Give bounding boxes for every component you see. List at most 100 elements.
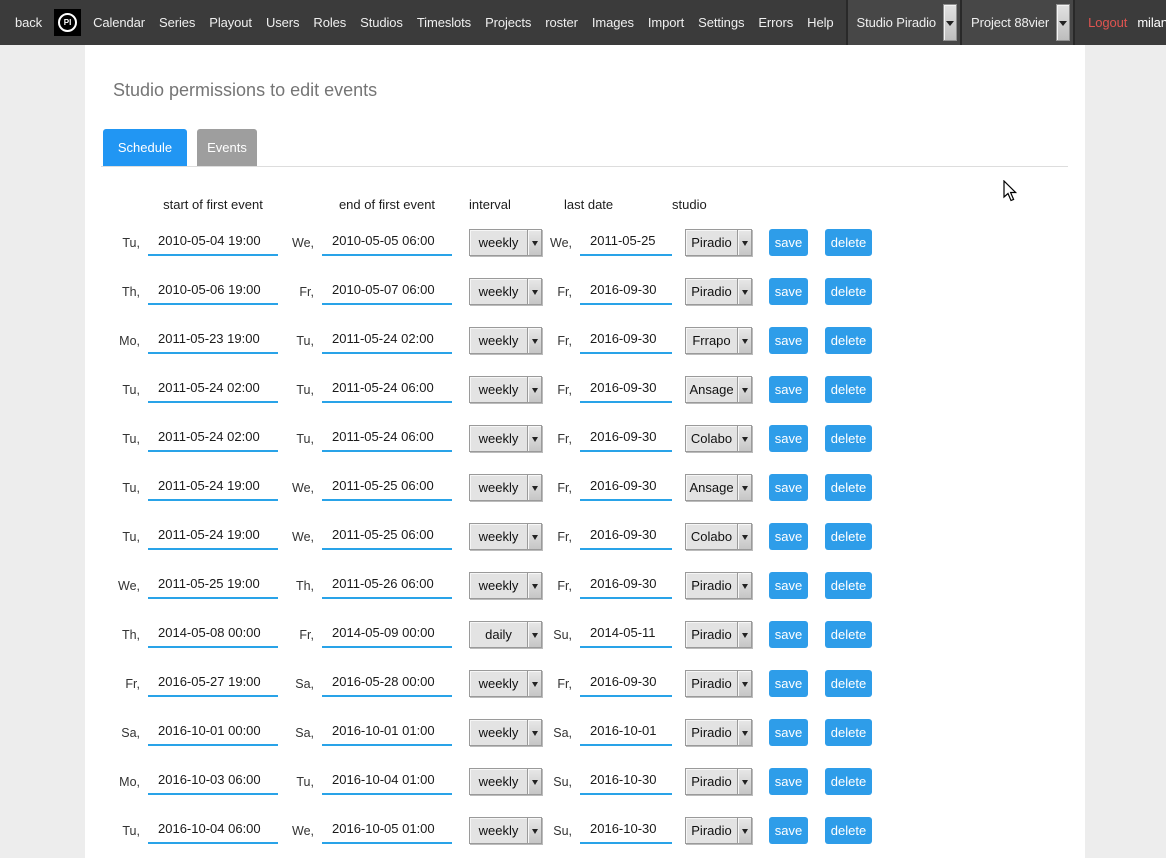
interval-select[interactable]: daily [469, 621, 542, 648]
delete-button[interactable]: delete [825, 523, 872, 550]
start-datetime-input[interactable] [148, 622, 278, 648]
save-button[interactable]: save [769, 523, 808, 550]
logout-link[interactable]: Logout [1088, 15, 1127, 30]
nav-item-images[interactable]: Images [590, 11, 636, 34]
last-date-input[interactable] [580, 475, 672, 501]
tab-schedule[interactable]: Schedule [103, 129, 187, 166]
end-datetime-input[interactable] [322, 524, 452, 550]
nav-item-import[interactable]: Import [646, 11, 686, 34]
start-datetime-input[interactable] [148, 279, 278, 305]
end-datetime-input[interactable] [322, 720, 452, 746]
last-date-input[interactable] [580, 622, 672, 648]
save-button[interactable]: save [769, 768, 808, 795]
nav-item-studios[interactable]: Studios [358, 11, 405, 34]
end-datetime-input[interactable] [322, 230, 452, 256]
nav-item-help[interactable]: Help [805, 11, 835, 34]
nav-item-users[interactable]: Users [264, 11, 301, 34]
studio-select[interactable]: Colabo [685, 425, 752, 452]
end-datetime-input[interactable] [322, 671, 452, 697]
start-datetime-input[interactable] [148, 769, 278, 795]
last-date-input[interactable] [580, 720, 672, 746]
end-datetime-input[interactable] [322, 426, 452, 452]
studio-select[interactable]: Ansage [685, 376, 752, 403]
delete-button[interactable]: delete [825, 376, 872, 403]
studio-select[interactable]: Piradio [685, 768, 752, 795]
studio-select[interactable]: Piradio [685, 229, 752, 256]
delete-button[interactable]: delete [825, 425, 872, 452]
save-button[interactable]: save [769, 621, 808, 648]
start-datetime-input[interactable] [148, 377, 278, 403]
save-button[interactable]: save [769, 817, 808, 844]
nav-item-errors[interactable]: Errors [756, 11, 795, 34]
save-button[interactable]: save [769, 474, 808, 501]
end-datetime-input[interactable] [322, 769, 452, 795]
nav-item-settings[interactable]: Settings [696, 11, 746, 34]
save-button[interactable]: save [769, 229, 808, 256]
studio-select[interactable]: Piradio [685, 670, 752, 697]
studio-select[interactable]: Piradio [685, 621, 752, 648]
nav-item-series[interactable]: Series [157, 11, 197, 34]
studio-select[interactable]: Frrapo [685, 327, 752, 354]
interval-select[interactable]: weekly [469, 425, 542, 452]
studio-select[interactable]: Piradio [685, 572, 752, 599]
start-datetime-input[interactable] [148, 671, 278, 697]
end-datetime-input[interactable] [322, 573, 452, 599]
interval-select[interactable]: weekly [469, 327, 542, 354]
start-datetime-input[interactable] [148, 230, 278, 256]
last-date-input[interactable] [580, 573, 672, 599]
save-button[interactable]: save [769, 376, 808, 403]
interval-select[interactable]: weekly [469, 229, 542, 256]
save-button[interactable]: save [769, 425, 808, 452]
start-datetime-input[interactable] [148, 818, 278, 844]
last-date-input[interactable] [580, 279, 672, 305]
save-button[interactable]: save [769, 670, 808, 697]
interval-select[interactable]: weekly [469, 817, 542, 844]
nav-item-playout[interactable]: Playout [207, 11, 254, 34]
project-switcher-select[interactable]: Project 88vier [960, 0, 1075, 45]
start-datetime-input[interactable] [148, 720, 278, 746]
back-link[interactable]: back [13, 11, 44, 34]
last-date-input[interactable] [580, 769, 672, 795]
delete-button[interactable]: delete [825, 670, 872, 697]
interval-select[interactable]: weekly [469, 474, 542, 501]
delete-button[interactable]: delete [825, 572, 872, 599]
last-date-input[interactable] [580, 377, 672, 403]
tab-events[interactable]: Events [197, 129, 257, 166]
end-datetime-input[interactable] [322, 279, 452, 305]
studio-select[interactable]: Piradio [685, 817, 752, 844]
studio-select[interactable]: Piradio [685, 719, 752, 746]
studio-select[interactable]: Piradio [685, 278, 752, 305]
nav-item-projects[interactable]: Projects [483, 11, 533, 34]
end-datetime-input[interactable] [322, 328, 452, 354]
studio-select[interactable]: Ansage [685, 474, 752, 501]
interval-select[interactable]: weekly [469, 572, 542, 599]
studio-switcher-select[interactable]: Studio Piradio [846, 0, 961, 45]
piradio-logo-icon[interactable]: PI [54, 9, 81, 36]
end-datetime-input[interactable] [322, 622, 452, 648]
delete-button[interactable]: delete [825, 327, 872, 354]
start-datetime-input[interactable] [148, 524, 278, 550]
interval-select[interactable]: weekly [469, 278, 542, 305]
last-date-input[interactable] [580, 671, 672, 697]
nav-item-roles[interactable]: Roles [311, 11, 348, 34]
save-button[interactable]: save [769, 572, 808, 599]
start-datetime-input[interactable] [148, 573, 278, 599]
interval-select[interactable]: weekly [469, 376, 542, 403]
last-date-input[interactable] [580, 426, 672, 452]
nav-item-timeslots[interactable]: Timeslots [415, 11, 473, 34]
start-datetime-input[interactable] [148, 328, 278, 354]
last-date-input[interactable] [580, 818, 672, 844]
end-datetime-input[interactable] [322, 377, 452, 403]
save-button[interactable]: save [769, 719, 808, 746]
last-date-input[interactable] [580, 230, 672, 256]
delete-button[interactable]: delete [825, 817, 872, 844]
nav-item-roster[interactable]: roster [543, 11, 580, 34]
interval-select[interactable]: weekly [469, 670, 542, 697]
last-date-input[interactable] [580, 328, 672, 354]
studio-select[interactable]: Colabo [685, 523, 752, 550]
end-datetime-input[interactable] [322, 818, 452, 844]
end-datetime-input[interactable] [322, 475, 452, 501]
delete-button[interactable]: delete [825, 474, 872, 501]
save-button[interactable]: save [769, 278, 808, 305]
interval-select[interactable]: weekly [469, 719, 542, 746]
